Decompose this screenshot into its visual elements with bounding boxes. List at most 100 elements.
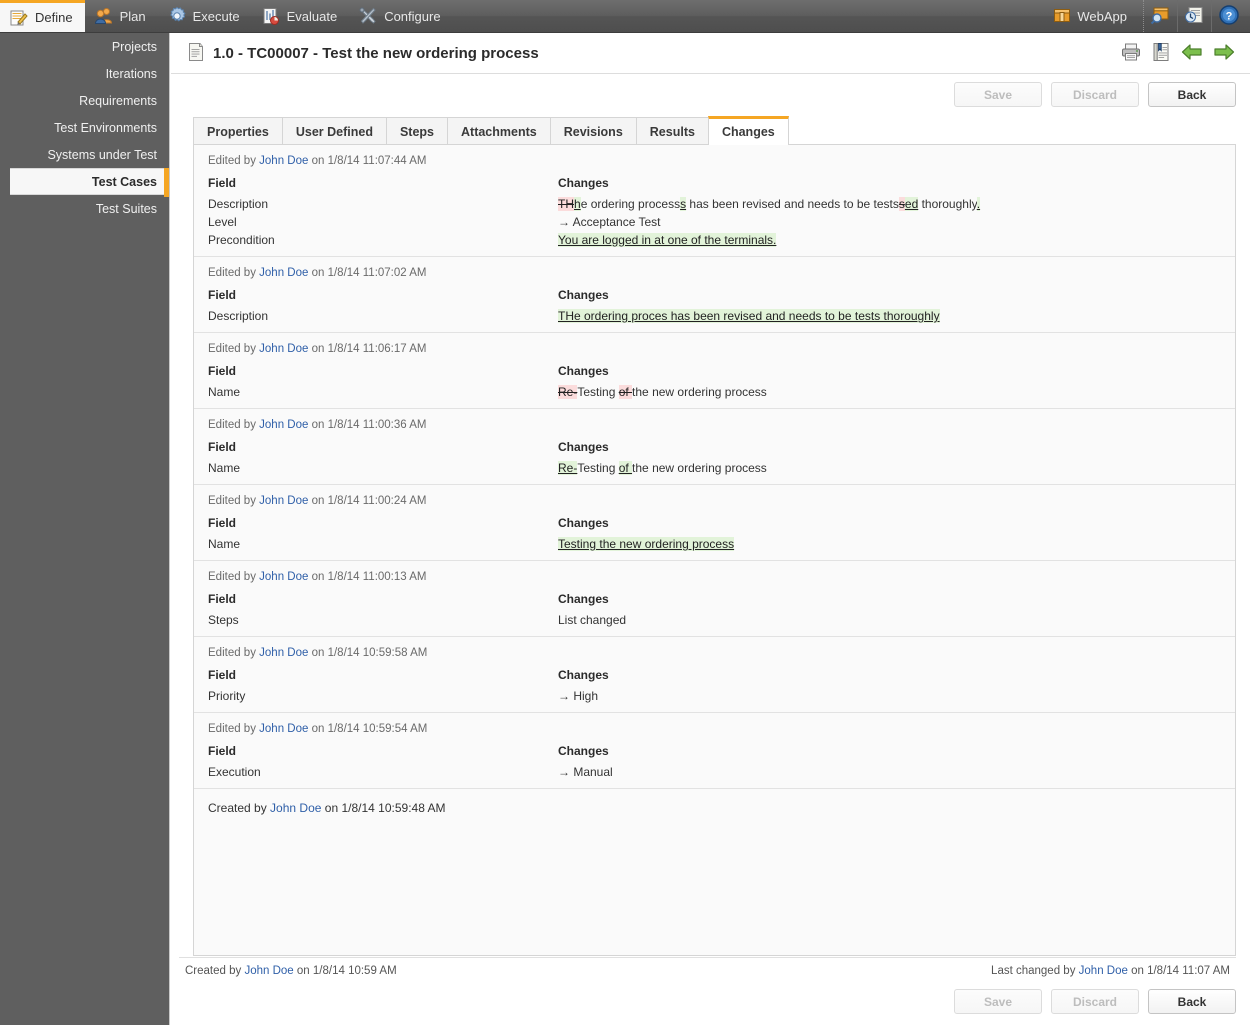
- history-document-button[interactable]: [1178, 0, 1212, 32]
- created-user[interactable]: John Doe: [270, 801, 321, 815]
- topnav-item-define[interactable]: Define: [0, 0, 85, 32]
- webapp-selector[interactable]: WebApp: [1038, 0, 1144, 32]
- column-header-field: Field: [208, 592, 237, 606]
- sidebar-item-projects[interactable]: Projects: [0, 33, 169, 60]
- box-icon: [1054, 8, 1071, 25]
- change-table-header-row: Field Changes: [208, 288, 1221, 308]
- diff-unchanged: thoroughly: [918, 197, 977, 211]
- tab-steps[interactable]: Steps: [385, 117, 448, 145]
- discard-button-top[interactable]: Discard: [1051, 82, 1139, 107]
- change-value-diff: Re-Testing of the new ordering process: [558, 460, 1221, 478]
- change-entry-user[interactable]: John Doe: [259, 647, 308, 659]
- change-row: Name Re-Testing of the new ordering proce…: [208, 384, 1221, 402]
- change-entry-header: Edited by John Doe on 1/8/14 11:00:13 AM: [208, 571, 1221, 583]
- created-prefix: Created by: [208, 801, 267, 815]
- change-table-header-row: Field Changes: [208, 592, 1221, 612]
- column-header-field: Field: [208, 668, 237, 682]
- back-button-top[interactable]: Back: [1148, 82, 1236, 107]
- tab-results[interactable]: Results: [635, 117, 709, 145]
- change-row: Steps List changed: [208, 612, 1221, 630]
- change-entry-user[interactable]: John Doe: [259, 155, 308, 167]
- sidebar-item-test-suites[interactable]: Test Suites: [0, 195, 169, 222]
- footer-changed-timestamp: 1/8/14 11:07 AM: [1147, 965, 1230, 977]
- diff-unchanged: has been revised and needs to be tests: [686, 197, 899, 211]
- tab-properties[interactable]: Properties: [193, 117, 283, 145]
- created-on: on: [324, 801, 339, 815]
- arrow-right-green-icon[interactable]: [1212, 42, 1236, 65]
- sidebar-item-test-environments[interactable]: Test Environments: [0, 114, 169, 141]
- svg-text:?: ?: [1226, 10, 1233, 22]
- footer-last-changed: Last changed by John Doe on 1/8/14 11:07…: [991, 965, 1230, 977]
- tab-revisions[interactable]: Revisions: [549, 117, 637, 145]
- change-entry: Edited by John Doe on 1/8/14 10:59:54 AM…: [194, 713, 1235, 789]
- change-entry-user[interactable]: John Doe: [259, 723, 308, 735]
- page-title: 1.0 - TC00007 - Test the new ordering pr…: [213, 44, 539, 62]
- sidebar-item-requirements[interactable]: Requirements: [0, 87, 169, 114]
- footer-changed-user[interactable]: John Doe: [1079, 965, 1128, 977]
- change-row: Name Testing the new ordering process: [208, 536, 1221, 554]
- change-row: Description THhe ordering process s has be…: [208, 196, 1221, 214]
- change-table-header-row: Field Changes: [208, 668, 1221, 688]
- footer-created-user[interactable]: John Doe: [244, 965, 293, 977]
- change-entry-user[interactable]: John Doe: [259, 343, 308, 355]
- change-value-diff: → Manual: [558, 764, 1221, 782]
- diff-insert: h: [574, 197, 581, 211]
- save-button-top[interactable]: Save: [954, 82, 1042, 107]
- tab-user-defined[interactable]: User Defined: [281, 117, 387, 145]
- change-value-diff: → Acceptance Test: [558, 214, 1221, 232]
- document-icon: [187, 42, 205, 65]
- diff-unchanged: the new ordering process: [632, 385, 767, 399]
- save-button-bottom[interactable]: Save: [954, 989, 1042, 1014]
- change-entry-header: Edited by John Doe on 1/8/14 10:59:54 AM: [208, 723, 1221, 735]
- change-entry-user[interactable]: John Doe: [259, 495, 308, 507]
- change-value-diff: You are logged in at one of the terminal…: [558, 232, 1221, 250]
- change-entry-timestamp: 1/8/14 11:06:17 AM: [327, 343, 427, 355]
- sidebar-item-systems-under-test[interactable]: Systems under Test: [0, 141, 169, 168]
- tab-changes[interactable]: Changes: [707, 116, 789, 145]
- arrow-left-green-icon[interactable]: [1180, 42, 1204, 65]
- topnav-item-execute[interactable]: Execute: [158, 0, 252, 32]
- change-row: Description THe ordering proces has been …: [208, 308, 1221, 326]
- change-entry-user[interactable]: John Doe: [259, 571, 308, 583]
- topnav-item-plan[interactable]: Plan: [85, 0, 158, 32]
- column-header-field: Field: [208, 516, 237, 530]
- topnav-item-configure[interactable]: Configure: [349, 0, 452, 32]
- change-value-diff: List changed: [558, 612, 1221, 630]
- change-entry: Edited by John Doe on 1/8/14 11:00:24 AM…: [194, 485, 1235, 561]
- change-entry-on: on: [311, 495, 325, 507]
- footer-changed-on: on: [1131, 965, 1144, 977]
- column-header-changes: Changes: [558, 440, 609, 454]
- change-entry-list: Edited by John Doe on 1/8/14 11:07:44 AM…: [194, 145, 1235, 789]
- help-button[interactable]: ?: [1212, 0, 1250, 32]
- change-row: Execution → Manual: [208, 764, 1221, 782]
- change-entry-user[interactable]: John Doe: [259, 267, 308, 279]
- sidebar-label-systems-under-test: Systems under Test: [47, 147, 157, 162]
- footer-created: Created by John Doe on 1/8/14 10:59 AM: [185, 965, 397, 977]
- topnav-item-evaluate[interactable]: Evaluate: [252, 0, 350, 32]
- report-icon[interactable]: [1150, 42, 1172, 65]
- change-value-diff: Re-Testing of the new ordering process: [558, 384, 1221, 402]
- back-button-bottom[interactable]: Back: [1148, 989, 1236, 1014]
- change-field-name: Description: [208, 309, 269, 323]
- diff-unchanged: → Manual: [558, 765, 613, 779]
- change-row: Precondition You are logged in at one of …: [208, 232, 1221, 250]
- tab-attachments[interactable]: Attachments: [447, 117, 551, 145]
- sidebar-item-test-cases[interactable]: Test Cases: [10, 168, 169, 197]
- change-entry-timestamp: 1/8/14 11:00:36 AM: [327, 419, 427, 431]
- sidebar-item-iterations[interactable]: Iterations: [0, 60, 169, 87]
- change-entry-user[interactable]: John Doe: [259, 419, 308, 431]
- change-entry-on: on: [311, 155, 325, 167]
- column-header-changes: Changes: [558, 364, 609, 378]
- package-search-button[interactable]: [1144, 0, 1178, 32]
- column-header-field: Field: [208, 364, 237, 378]
- diff-unchanged: Testing: [577, 461, 619, 475]
- change-table: Field Changes Priority → High: [208, 668, 1221, 706]
- users-icon: [94, 6, 114, 26]
- discard-button-bottom[interactable]: Discard: [1051, 989, 1139, 1014]
- column-header-field: Field: [208, 176, 237, 190]
- sidebar-label-iterations: Iterations: [105, 66, 157, 81]
- change-table: Field Changes Description THe ordering proc…: [208, 288, 1221, 326]
- page-header-actions: [1120, 42, 1236, 65]
- printer-icon[interactable]: [1120, 42, 1142, 65]
- created-entry: Created by John Doe on 1/8/14 10:59:48 A…: [194, 789, 1235, 827]
